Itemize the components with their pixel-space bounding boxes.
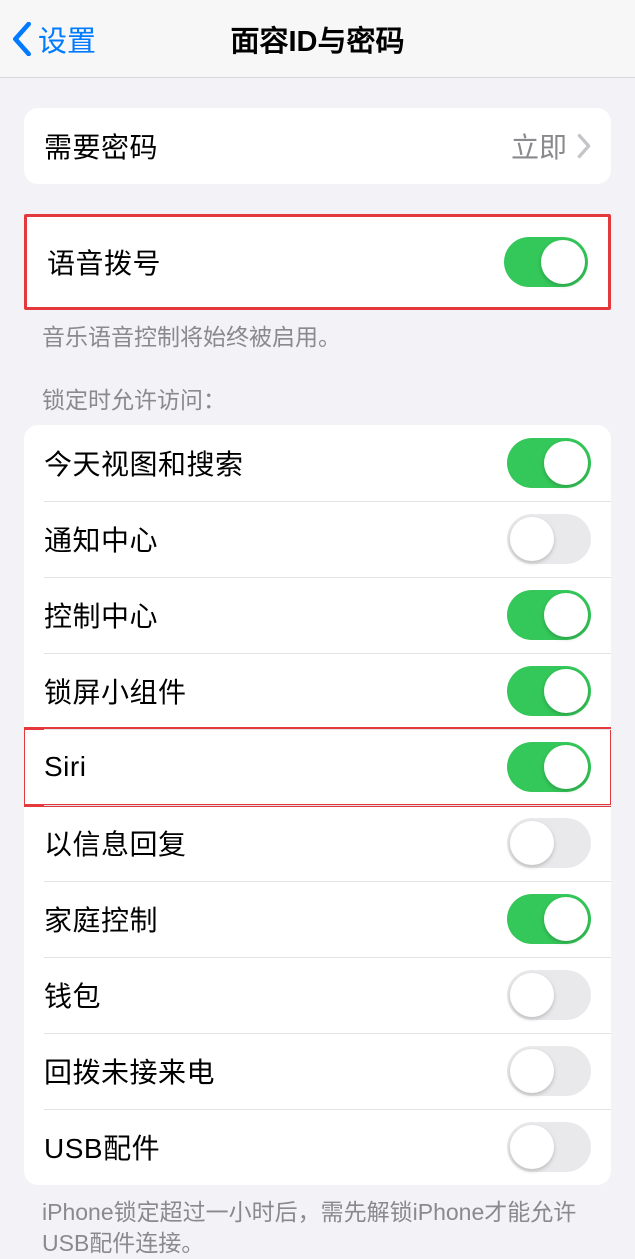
- voice-dial-footer: 音乐语音控制将始终被启用。: [24, 322, 611, 353]
- lock-access-item-toggle[interactable]: [507, 970, 591, 1020]
- require-passcode-label: 需要密码: [44, 126, 158, 166]
- lock-access-item-toggle[interactable]: [507, 894, 591, 944]
- lock-access-row: 锁屏小组件: [24, 653, 611, 729]
- require-passcode-value: 立即: [511, 126, 567, 166]
- lock-access-row: 控制中心: [24, 577, 611, 653]
- lock-access-list: 今天视图和搜索通知中心控制中心锁屏小组件 Siri 以信息回复家庭控制钱包回拨未接来…: [24, 425, 611, 1185]
- lock-access-item-label: 回拨未接来电: [44, 1051, 215, 1091]
- lock-access-item-toggle[interactable]: [507, 590, 591, 640]
- lock-access-item-toggle[interactable]: [507, 666, 591, 716]
- lock-access-item-label: 以信息回复: [44, 823, 187, 863]
- lock-access-item-toggle[interactable]: [507, 514, 591, 564]
- lock-access-item-toggle[interactable]: [507, 742, 591, 792]
- nav-bar: 设置 面容ID与密码: [0, 0, 635, 78]
- lock-access-item-label: 家庭控制: [44, 899, 158, 939]
- lock-access-row: 回拨未接来电: [24, 1033, 611, 1109]
- require-passcode-row[interactable]: 需要密码 立即: [24, 108, 611, 184]
- lock-access-row: Siri: [24, 729, 611, 805]
- voice-dial-toggle[interactable]: [504, 237, 588, 287]
- lock-access-item-label: 通知中心: [44, 519, 158, 559]
- require-passcode-group: 需要密码 立即: [24, 108, 611, 184]
- lock-access-row: 以信息回复: [24, 805, 611, 881]
- lock-access-item-toggle[interactable]: [507, 1122, 591, 1172]
- lock-access-item-label: 锁屏小组件: [44, 671, 187, 711]
- lock-access-row: 通知中心: [24, 501, 611, 577]
- lock-access-item-toggle[interactable]: [507, 1046, 591, 1096]
- voice-dial-label: 语音拨号: [47, 242, 161, 282]
- voice-dial-row: 语音拨号: [27, 217, 608, 307]
- lock-access-row: 家庭控制: [24, 881, 611, 957]
- lock-access-item-toggle[interactable]: [507, 818, 591, 868]
- voice-dial-group: 语音拨号: [24, 214, 611, 310]
- lock-access-item-label: USB配件: [44, 1127, 160, 1167]
- back-label: 设置: [38, 18, 96, 60]
- lock-access-item-label: 今天视图和搜索: [44, 443, 244, 483]
- lock-access-row: 钱包: [24, 957, 611, 1033]
- lock-access-row: USB配件: [24, 1109, 611, 1185]
- lock-access-item-label: Siri: [44, 751, 86, 783]
- chevron-left-icon: [12, 22, 32, 56]
- lock-access-row: 今天视图和搜索: [24, 425, 611, 501]
- lock-access-header: 锁定时允许访问：: [24, 381, 611, 415]
- lock-access-footer: iPhone锁定超过一小时后，需先解锁iPhone才能允许USB配件连接。: [24, 1197, 611, 1259]
- lock-access-item-label: 控制中心: [44, 595, 158, 635]
- lock-access-item-label: 钱包: [44, 975, 101, 1015]
- chevron-right-icon: [577, 134, 591, 158]
- lock-access-item-toggle[interactable]: [507, 438, 591, 488]
- back-button[interactable]: 设置: [12, 18, 96, 60]
